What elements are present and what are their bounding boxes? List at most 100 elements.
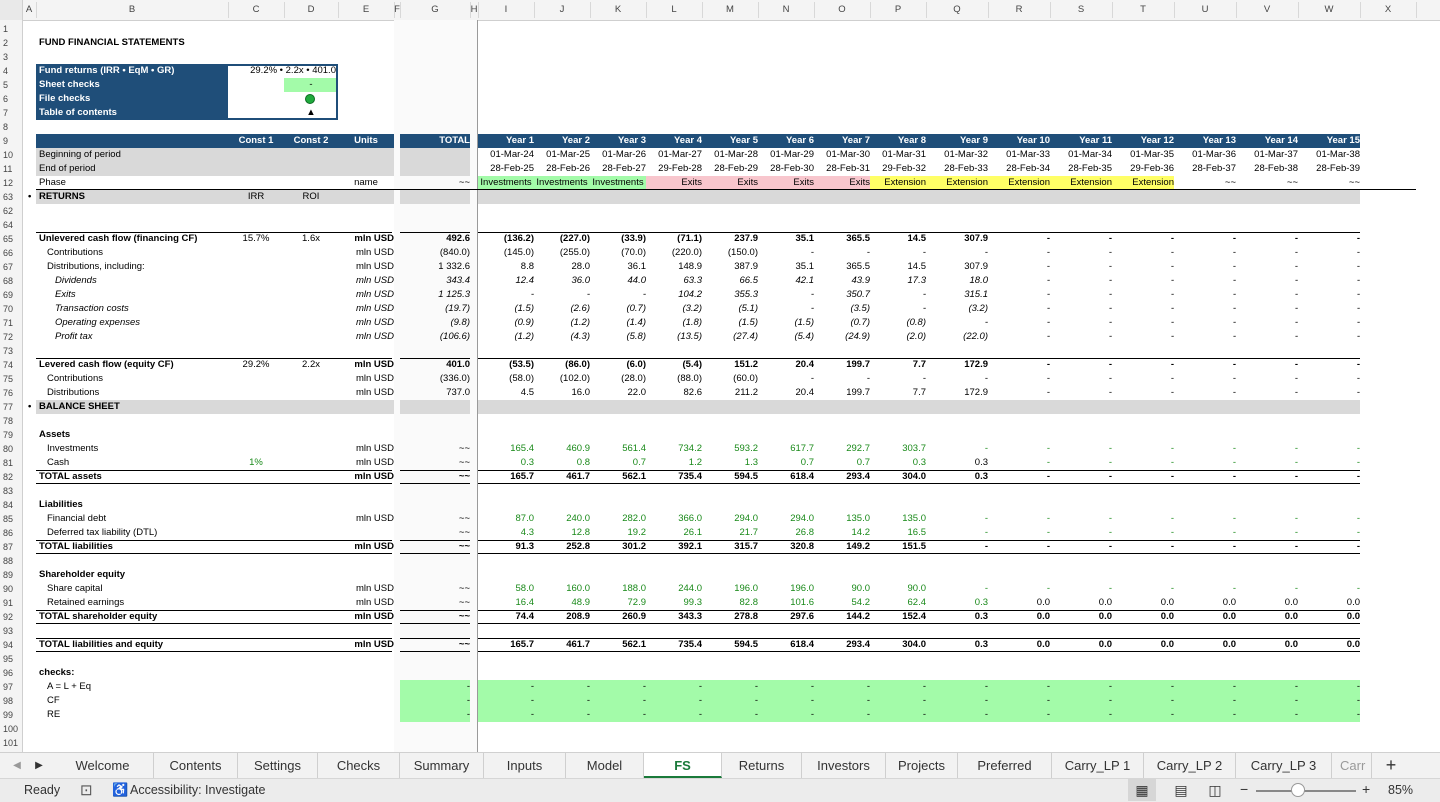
row-header[interactable]: 82 [0,470,22,484]
year-value[interactable]: (53.5) [478,358,534,372]
year-header[interactable]: Year 2 [534,134,590,148]
year-value[interactable]: 20.4 [758,358,815,372]
year-value[interactable]: (3.5) [814,302,870,316]
year-value[interactable]: 1.2 [646,456,702,470]
total-value[interactable]: ~~ [400,610,470,624]
units-value[interactable]: mln USD [338,260,394,274]
total-value[interactable]: ~~ [400,470,470,484]
tab-preferred[interactable]: Preferred [958,753,1052,778]
tab-inputs[interactable]: Inputs [484,753,566,778]
year-value[interactable]: - [1174,358,1236,372]
year-value[interactable]: (227.0) [534,232,590,246]
year-value[interactable]: 149.2 [814,540,870,554]
year-value[interactable]: 14.2 [814,526,871,540]
year-value[interactable]: - [1050,456,1112,470]
period-start-date[interactable]: 01-Mar-32 [926,148,988,162]
phase-value[interactable]: Exits [758,176,814,190]
year-value[interactable]: 16.5 [870,526,927,540]
units-value[interactable]: mln USD [338,274,394,288]
balance-row-label[interactable]: TOTAL shareholder equity [39,610,228,624]
balance-row-label[interactable]: Deferred tax liability (DTL) [47,526,228,540]
year-value[interactable]: - [1298,386,1360,400]
irr-header[interactable]: IRR [228,190,284,204]
year-value[interactable]: 315.7 [702,540,758,554]
returns-row-label[interactable]: Distributions, including: [47,260,228,274]
year-value[interactable]: 36.1 [590,260,647,274]
year-value[interactable]: - [988,288,1050,302]
column-header-r[interactable]: R [988,3,1050,17]
tab-carry-lp-3[interactable]: Carry_LP 3 [1236,753,1332,778]
year-value[interactable]: - [1174,302,1236,316]
year-value[interactable]: - [988,302,1050,316]
year-value[interactable]: - [988,694,1050,708]
units-value[interactable]: mln USD [338,512,394,526]
year-value[interactable]: - [988,330,1050,344]
year-value[interactable]: (88.0) [646,372,702,386]
row-header[interactable]: 8 [0,120,22,134]
year-value[interactable]: (1.2) [534,316,590,330]
year-value[interactable]: 594.5 [702,470,758,484]
year-value[interactable]: - [926,246,988,260]
page-break-view-icon[interactable]: ◫ [1204,779,1226,801]
balance-row-label[interactable]: Shareholder equity [39,568,228,582]
year-value[interactable]: - [1112,372,1174,386]
year-value[interactable]: - [758,680,814,694]
year-value[interactable]: (13.5) [646,330,702,344]
year-value[interactable]: - [1174,582,1236,596]
year-value[interactable]: (136.2) [478,232,534,246]
tab-carry-lp-2[interactable]: Carry_LP 2 [1144,753,1236,778]
row-header[interactable]: 96 [0,666,22,680]
year-value[interactable]: 16.0 [534,386,591,400]
year-value[interactable]: 48.9 [534,596,591,610]
year-value[interactable]: 43.9 [814,274,871,288]
returns-row-label[interactable]: Contributions [47,372,228,386]
tab-summary[interactable]: Summary [400,753,484,778]
year-value[interactable]: 7.7 [870,386,926,400]
year-value[interactable]: - [1112,246,1174,260]
year-value[interactable]: 172.9 [926,358,988,372]
year-value[interactable]: - [478,288,534,302]
year-value[interactable]: - [1112,358,1174,372]
const2-header[interactable]: Const 2 [284,134,338,148]
year-value[interactable]: - [1298,680,1360,694]
year-value[interactable]: (1.2) [478,330,534,344]
year-value[interactable]: - [1112,708,1174,722]
year-value[interactable]: - [926,316,988,330]
year-value[interactable]: 244.0 [646,582,702,596]
year-value[interactable]: - [1112,288,1174,302]
year-value[interactable]: - [1050,372,1112,386]
period-start-date[interactable]: 01-Mar-35 [1112,148,1174,162]
row-header[interactable]: 97 [0,680,22,694]
year-value[interactable]: - [1298,512,1360,526]
year-value[interactable]: - [814,680,870,694]
year-value[interactable]: 0.3 [926,596,988,610]
year-value[interactable]: - [1298,582,1360,596]
year-value[interactable]: - [1050,274,1112,288]
year-value[interactable]: 0.0 [1236,610,1298,624]
year-value[interactable]: (60.0) [702,372,758,386]
row-header[interactable]: 68 [0,274,22,288]
balance-row-label[interactable]: Assets [39,428,228,442]
year-value[interactable]: 301.2 [590,540,646,554]
tab-welcome[interactable]: Welcome [52,753,154,778]
year-value[interactable]: - [814,372,870,386]
year-value[interactable]: - [988,386,1050,400]
phase-value[interactable]: Extension [870,176,926,190]
year-value[interactable]: - [926,512,988,526]
year-value[interactable]: - [1298,442,1360,456]
row-header[interactable]: 81 [0,456,22,470]
total-value[interactable]: ~~ [400,638,470,652]
year-value[interactable]: 42.1 [758,274,815,288]
year-value[interactable]: - [1298,274,1360,288]
cash-rate-value[interactable]: 1% [228,456,284,470]
year-header[interactable]: Year 7 [814,134,870,148]
column-header-o[interactable]: O [814,3,870,17]
year-value[interactable]: (2.6) [534,302,590,316]
row-header[interactable]: 100 [0,722,22,736]
total-value[interactable]: (19.7) [400,302,470,316]
year-value[interactable]: 104.2 [646,288,702,302]
year-value[interactable]: - [1236,246,1298,260]
year-value[interactable]: - [988,582,1050,596]
year-value[interactable]: 35.1 [758,260,815,274]
year-value[interactable]: - [1112,470,1174,484]
